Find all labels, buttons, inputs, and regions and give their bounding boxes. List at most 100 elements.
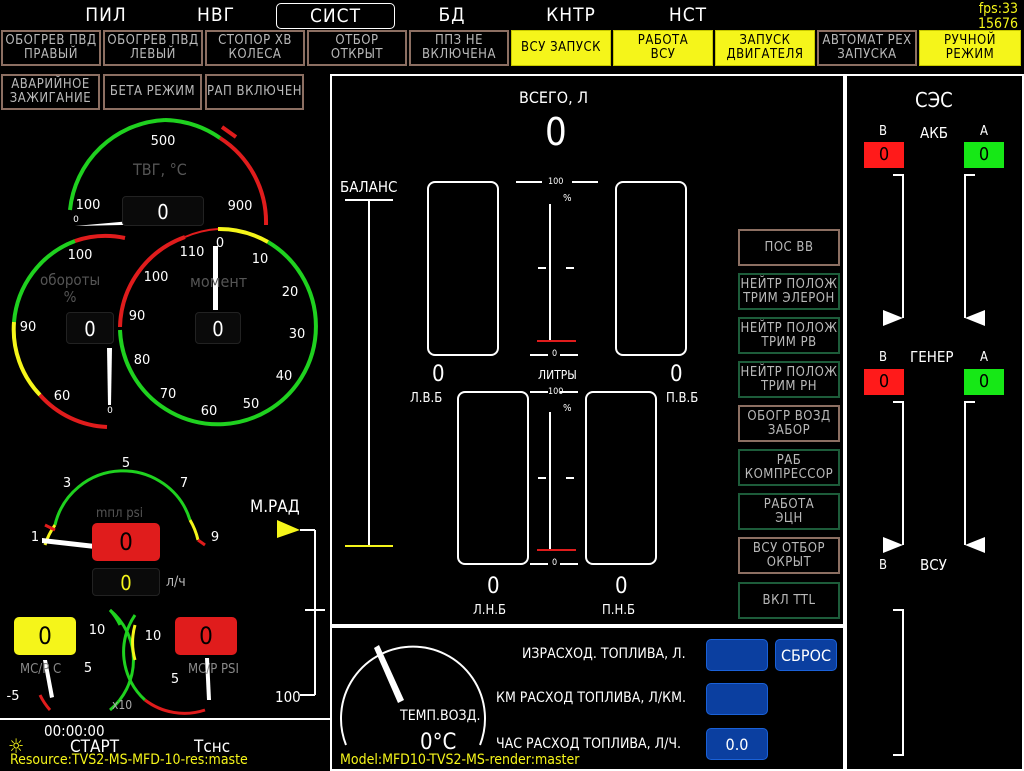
fuel-flow-value: 0 (92, 568, 160, 596)
status-rap[interactable]: РАП ВКЛЮЧЕН (205, 74, 304, 110)
moment-tick-100: 100 (144, 270, 169, 285)
vsi-mult: x10 (112, 698, 133, 712)
tab-sist[interactable]: СИСТ (276, 3, 395, 29)
scale-upper-pct: % (563, 193, 572, 204)
moment-tick-70: 70 (160, 387, 177, 402)
temp-label: ТЕМП.ВОЗД. (400, 708, 481, 724)
status-obogrev-pvd-left[interactable]: ОБОГРЕВ ПВД ЛЕВЫЙ (103, 30, 203, 66)
temp-gauge (340, 645, 486, 746)
oil-value: 0 (92, 523, 160, 561)
moment-tick-20: 20 (282, 285, 299, 300)
tvg-tick-900: 900 (228, 199, 253, 214)
moment-tick-30: 30 (289, 327, 306, 342)
btn-trim-rv[interactable]: НЕЙТР ПОЛОЖ ТРИМ РВ (738, 317, 840, 354)
tab-kntr[interactable]: КНТР (527, 3, 615, 27)
psi-tick-10: 10 (145, 629, 162, 644)
reset-button[interactable]: СБРОС (775, 639, 837, 671)
tvg-tick-100: 100 (76, 198, 101, 213)
pvb-label: П.В.Б (666, 391, 699, 406)
oboroty-tick-90: 90 (20, 320, 37, 335)
hour-label: ЧАС РАСХОД ТОПЛИВА, Л/Ч. (496, 736, 682, 752)
status-stopor-xv[interactable]: СТОПОР ХВ КОЛЕСА (205, 30, 305, 66)
status-avtomat-rex[interactable]: АВТОМАТ РЕХ ЗАПУСКА (817, 30, 917, 66)
oboroty-value: 0 (66, 312, 114, 344)
lvb-value: 0 (432, 362, 445, 387)
tvg-label: ТВГ, °С (133, 160, 187, 179)
oboroty-tick-100: 100 (68, 248, 93, 263)
psi-value: 0 (175, 617, 237, 655)
vsi-label: МС/Р С (20, 662, 62, 677)
scale-lower-pct: % (563, 403, 572, 414)
timer-divider (0, 718, 330, 720)
tank-pvb (615, 181, 687, 356)
oil-tick-9: 9 (211, 530, 219, 545)
pnb-label: П.Н.Б (602, 603, 636, 618)
fps-readout: fps:33 15676 (978, 2, 1018, 32)
status-ppz[interactable]: ППЗ НЕ ВКЛЮЧЕНА (409, 30, 509, 66)
btn-trim-rn[interactable]: НЕЙТР ПОЛОЖ ТРИМ РН (738, 361, 840, 398)
tab-pil[interactable]: ПИЛ (62, 3, 150, 27)
moment-tick-90: 90 (129, 309, 146, 324)
resource-label: Resource:TVS2-MS-MFD-10-res:maste (10, 752, 248, 768)
pnb-value: 0 (615, 574, 628, 599)
oil-tick-5: 5 (122, 456, 130, 471)
moment-tick-80: 80 (134, 353, 151, 368)
scale-lower-0: 0 (552, 558, 558, 568)
fuel-flow-unit: л/ч (166, 574, 186, 590)
spent-label: ИЗРАСХОД. ТОПЛИВА, Л. (522, 646, 686, 662)
moment-tick-110: 110 (180, 245, 205, 260)
mrad-pointer (277, 520, 300, 538)
model-label: Model:MFD10-TVS2-MS-render:master (340, 752, 580, 768)
status-ruchnoy[interactable]: РУЧНОЙ РЕЖИМ (919, 30, 1021, 66)
oil-needle (42, 538, 95, 549)
mrad-value: 100 (275, 688, 301, 706)
pvb-value: 0 (670, 362, 683, 387)
btn-obogr-vozd[interactable]: ОБОГР ВОЗД ЗАБОР (738, 405, 840, 442)
status-vsu-zapusk[interactable]: ВСУ ЗАПУСК (511, 30, 611, 66)
spent-value (706, 639, 768, 671)
btn-rab-kompressor[interactable]: РАБ КОМПРЕССОР (738, 449, 840, 486)
tank-pnb (585, 391, 657, 565)
mrad-label: М.РАД (250, 497, 300, 517)
moment-tick-60: 60 (201, 404, 218, 419)
oil-label: mпл psi (96, 506, 144, 521)
oil-tick-7: 7 (180, 476, 188, 491)
btn-rabota-ecn[interactable]: РАБОТА ЭЦН (738, 493, 840, 530)
oil-tick-3: 3 (63, 476, 71, 491)
tank-lvb (427, 181, 499, 356)
tvg-small-0: 0 (73, 215, 79, 225)
oboroty-small-0: 0 (107, 406, 113, 416)
status-obogrev-pvd-right[interactable]: ОБОГРЕВ ПВД ПРАВЫЙ (1, 30, 101, 66)
temp-needle (374, 645, 404, 703)
status-zapusk-dvig[interactable]: ЗАПУСК ДВИГАТЕЛЯ (715, 30, 815, 66)
btn-pos-vv[interactable]: ПОС ВВ (738, 229, 840, 266)
status-rabota-vsu[interactable]: РАБОТА ВСУ (613, 30, 713, 66)
tvg-value: 0 (122, 196, 204, 226)
lnb-label: Л.Н.Б (473, 603, 507, 618)
status-beta-rezhim[interactable]: БЕТА РЕЖИМ (103, 74, 202, 110)
btn-vkl-ttl[interactable]: ВКЛ TTL (738, 582, 840, 619)
oboroty-label: обороты % (40, 271, 101, 306)
scale-upper-100: 100 (548, 177, 564, 187)
scale-upper-0: 0 (552, 349, 558, 359)
vsi-tick-m5: -5 (7, 689, 20, 704)
hour-value: 0.0 (706, 728, 768, 760)
psi-tick-5: 5 (171, 672, 179, 687)
tab-nvg[interactable]: НВГ (172, 3, 260, 27)
btn-trim-eleron[interactable]: НЕЙТР ПОЛОЖ ТРИМ ЭЛЕРОН (738, 273, 840, 310)
moment-value: 0 (195, 312, 241, 344)
km-value (706, 683, 768, 715)
tab-nst[interactable]: НСТ (644, 3, 732, 27)
status-avar-zazhig[interactable]: АВАРИЙНОЕ ЗАЖИГАНИЕ (1, 74, 100, 110)
status-otbor-otkryt[interactable]: ОТБОР ОТКРЫТ (307, 30, 407, 66)
tank-lnb (457, 391, 529, 565)
fps-label: fps:33 (978, 1, 1018, 17)
moment-label: момент (190, 272, 248, 291)
ses-scales (883, 174, 985, 756)
btn-vsu-otbor[interactable]: ВСУ ОТБОР ОКРЫТ (738, 537, 840, 574)
tab-bd[interactable]: БД (408, 3, 496, 27)
lvb-label: Л.В.Б (410, 391, 443, 406)
moment-tick-40: 40 (276, 369, 293, 384)
lnb-value: 0 (487, 574, 500, 599)
km-label: КМ РАСХОД ТОПЛИВА, Л/КМ. (496, 690, 686, 706)
